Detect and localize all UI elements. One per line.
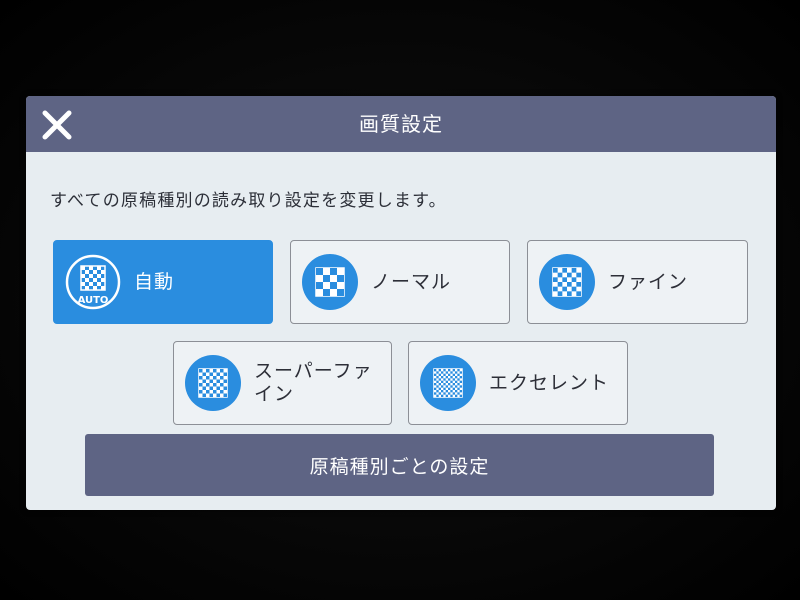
option-normal-label: ノーマル bbox=[371, 270, 452, 293]
option-superfine-button[interactable]: スーパーファイン bbox=[173, 341, 392, 425]
coarse-checker-icon bbox=[302, 254, 358, 310]
option-excellent-label: エクセレント bbox=[489, 371, 610, 394]
option-auto-label: 自動 bbox=[134, 270, 175, 293]
superfine-checker-icon bbox=[185, 355, 241, 411]
option-normal-button[interactable]: ノーマル bbox=[290, 240, 510, 324]
device-screen: 画質設定 すべての原稿種別の読み取り設定を変更します。 AUTO 自動 ノーマル… bbox=[0, 0, 800, 600]
close-icon bbox=[42, 110, 72, 140]
option-superfine-label: スーパーファイン bbox=[254, 360, 373, 405]
option-excellent-button[interactable]: エクセレント bbox=[408, 341, 628, 425]
option-fine-button[interactable]: ファイン bbox=[527, 240, 748, 324]
image-quality-dialog: 画質設定 すべての原稿種別の読み取り設定を変更します。 AUTO 自動 ノーマル… bbox=[26, 96, 776, 510]
auto-checker-icon: AUTO bbox=[65, 254, 121, 310]
auto-badge: AUTO bbox=[78, 295, 109, 306]
fine-checker-icon bbox=[539, 254, 595, 310]
dialog-titlebar: 画質設定 bbox=[26, 96, 776, 152]
close-button[interactable] bbox=[40, 108, 74, 142]
dialog-description: すべての原稿種別の読み取り設定を変更します。 bbox=[50, 191, 447, 211]
option-auto-button[interactable]: AUTO 自動 bbox=[53, 240, 273, 324]
option-fine-label: ファイン bbox=[608, 270, 689, 293]
per-document-type-settings-button[interactable]: 原稿種別ごとの設定 bbox=[85, 434, 714, 496]
excellent-checker-icon bbox=[420, 355, 476, 411]
dialog-title: 画質設定 bbox=[359, 112, 443, 136]
